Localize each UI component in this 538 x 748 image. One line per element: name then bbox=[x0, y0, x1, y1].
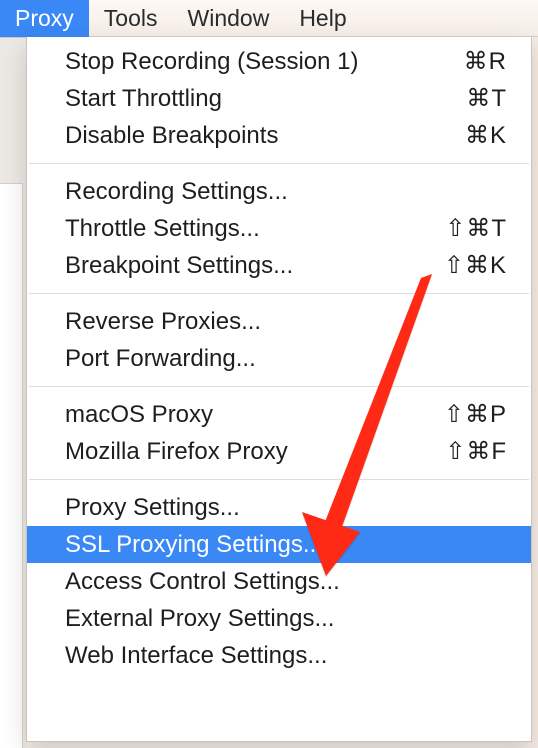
menubar-item-window[interactable]: Window bbox=[173, 0, 285, 37]
menu-separator bbox=[29, 293, 529, 294]
menu-item-label: Breakpoint Settings... bbox=[65, 252, 432, 280]
menu-item-macos-proxy[interactable]: macOS Proxy ⇧⌘P bbox=[27, 396, 531, 433]
menubar: Proxy Tools Window Help bbox=[0, 0, 538, 37]
menu-item-ssl-proxying-settings[interactable]: SSL Proxying Settings... bbox=[27, 526, 531, 563]
menu-item-firefox-proxy[interactable]: Mozilla Firefox Proxy ⇧⌘F bbox=[27, 433, 531, 470]
menu-item-label: Start Throttling bbox=[65, 85, 454, 113]
menu-item-access-control-settings[interactable]: Access Control Settings... bbox=[27, 563, 531, 600]
menu-separator bbox=[29, 163, 529, 164]
menu-item-recording-settings[interactable]: Recording Settings... bbox=[27, 173, 531, 210]
menu-item-shortcut: ⇧⌘T bbox=[445, 214, 507, 243]
proxy-menu: Stop Recording (Session 1) ⌘R Start Thro… bbox=[26, 37, 532, 742]
menubar-label: Tools bbox=[104, 5, 158, 32]
menu-item-label: macOS Proxy bbox=[65, 401, 432, 429]
menu-item-label: Stop Recording (Session 1) bbox=[65, 48, 452, 76]
menu-item-reverse-proxies[interactable]: Reverse Proxies... bbox=[27, 303, 531, 340]
menu-item-label: Disable Breakpoints bbox=[65, 122, 453, 150]
menu-item-throttle-settings[interactable]: Throttle Settings... ⇧⌘T bbox=[27, 210, 531, 247]
menubar-item-tools[interactable]: Tools bbox=[89, 0, 173, 37]
menu-item-start-throttling[interactable]: Start Throttling ⌘T bbox=[27, 80, 531, 117]
menu-item-shortcut: ⇧⌘P bbox=[444, 400, 507, 429]
menu-item-proxy-settings[interactable]: Proxy Settings... bbox=[27, 489, 531, 526]
menubar-item-proxy[interactable]: Proxy bbox=[0, 0, 89, 37]
menu-item-label: External Proxy Settings... bbox=[65, 605, 495, 633]
menu-item-stop-recording[interactable]: Stop Recording (Session 1) ⌘R bbox=[27, 43, 531, 80]
menu-item-breakpoint-settings[interactable]: Breakpoint Settings... ⇧⌘K bbox=[27, 247, 531, 284]
menu-item-label: Mozilla Firefox Proxy bbox=[65, 438, 433, 466]
menu-item-label: Port Forwarding... bbox=[65, 345, 495, 373]
menubar-label: Proxy bbox=[15, 5, 74, 32]
background-window-content bbox=[0, 183, 23, 748]
menu-item-shortcut: ⌘K bbox=[465, 121, 507, 150]
app-root: Proxy Tools Window Help Stop Recording (… bbox=[0, 0, 538, 748]
menu-item-shortcut: ⌘R bbox=[464, 47, 507, 76]
menu-item-label: Recording Settings... bbox=[65, 178, 495, 206]
menu-item-disable-breakpoints[interactable]: Disable Breakpoints ⌘K bbox=[27, 117, 531, 154]
menu-item-label: SSL Proxying Settings... bbox=[65, 531, 495, 559]
menubar-label: Help bbox=[299, 5, 346, 32]
menu-item-web-interface-settings[interactable]: Web Interface Settings... bbox=[27, 637, 531, 674]
menu-item-shortcut: ⇧⌘K bbox=[444, 251, 507, 280]
menubar-item-help[interactable]: Help bbox=[284, 0, 361, 37]
menu-separator bbox=[29, 479, 529, 480]
menu-item-label: Access Control Settings... bbox=[65, 568, 495, 596]
menu-separator bbox=[29, 386, 529, 387]
menu-item-port-forwarding[interactable]: Port Forwarding... bbox=[27, 340, 531, 377]
menu-item-external-proxy-settings[interactable]: External Proxy Settings... bbox=[27, 600, 531, 637]
menubar-label: Window bbox=[188, 5, 270, 32]
menu-item-label: Throttle Settings... bbox=[65, 215, 433, 243]
menu-item-shortcut: ⌘T bbox=[466, 84, 507, 113]
menu-item-label: Reverse Proxies... bbox=[65, 308, 495, 336]
menu-item-label: Web Interface Settings... bbox=[65, 642, 495, 670]
background-window bbox=[0, 37, 26, 748]
menu-item-label: Proxy Settings... bbox=[65, 494, 495, 522]
menu-item-shortcut: ⇧⌘F bbox=[445, 437, 507, 466]
